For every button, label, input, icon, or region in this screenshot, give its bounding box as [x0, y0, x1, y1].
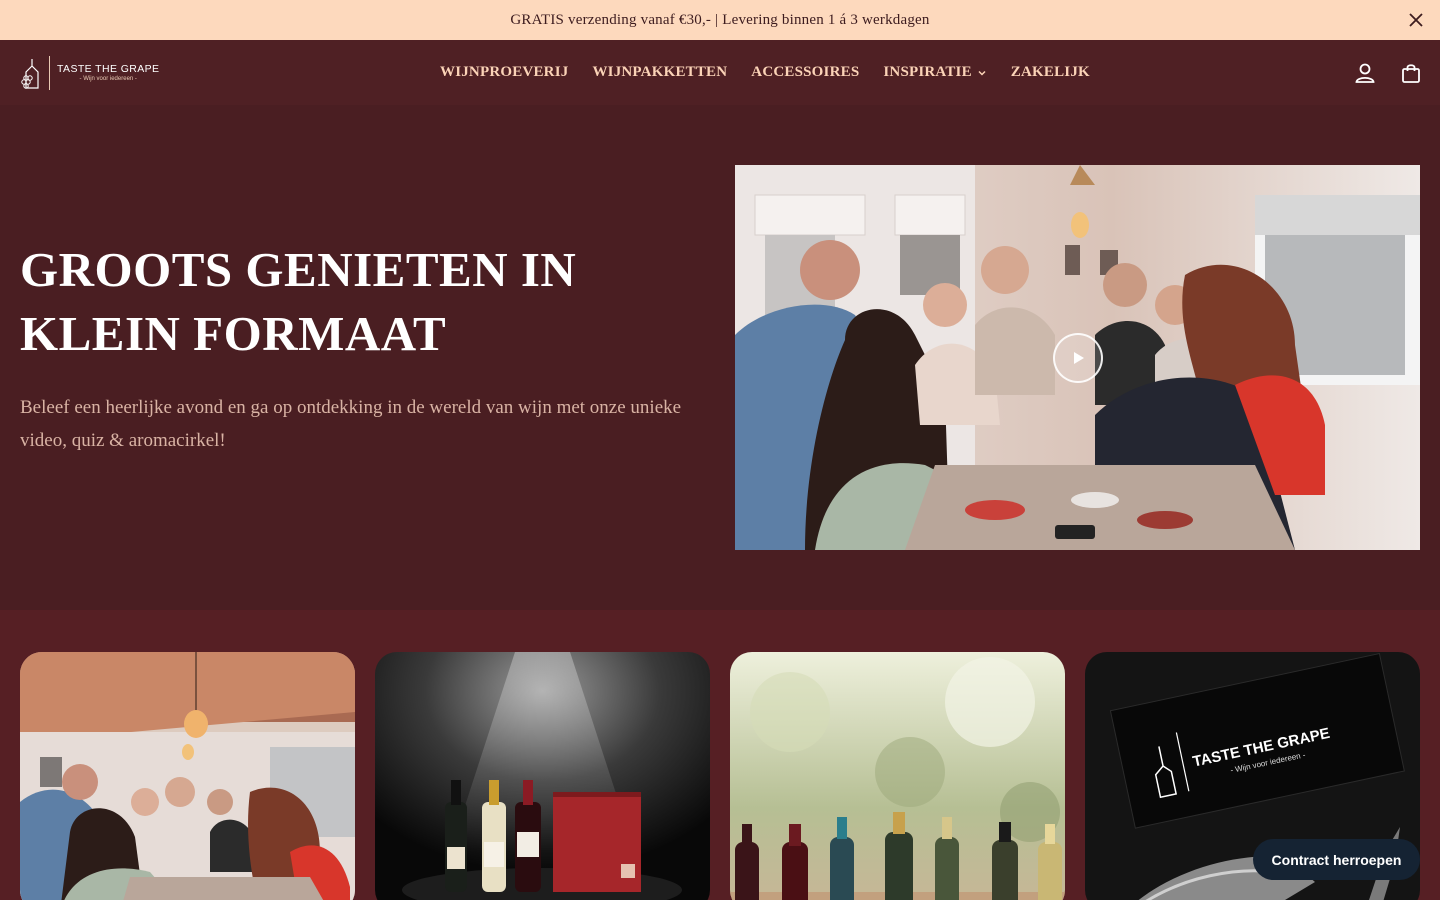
- collection-card-wijnproeverij[interactable]: [20, 652, 355, 900]
- nav-label: ZAKELIJK: [1010, 64, 1090, 80]
- logo-name: TASTE THE GRAPE: [57, 63, 160, 75]
- announcement-text: GRATIS verzending vanaf €30,- | Levering…: [510, 11, 930, 28]
- logo-text: TASTE THE GRAPE - Wijn voor iedereen -: [57, 63, 159, 82]
- logo-tagline: - Wijn voor iedereen -: [79, 76, 137, 82]
- wine-bottles-gift-box-photo: [375, 652, 710, 900]
- collection-card-wijnpakketten[interactable]: [375, 652, 710, 900]
- main-nav: WIJNPROEVERIJ WIJNPAKKETTEN ACCESSOIRES …: [428, 40, 1102, 105]
- announcement-bar: GRATIS verzending vanaf €30,- | Levering…: [0, 0, 1440, 40]
- nav-label: INSPIRATIE: [883, 64, 972, 80]
- nav-item-inspiratie[interactable]: INSPIRATIE: [871, 64, 998, 81]
- collection-card-wijnen[interactable]: [730, 652, 1065, 900]
- close-icon[interactable]: [1406, 10, 1426, 30]
- wine-tasting-party-photo: [20, 652, 355, 900]
- site-header: TASTE THE GRAPE - Wijn voor iedereen - W…: [0, 40, 1440, 105]
- hero-subtitle: Beleef een heerlijke avond en ga op ontd…: [20, 397, 682, 451]
- logo-divider: [49, 55, 50, 90]
- nav-label: WIJNPROEVERIJ: [440, 64, 569, 80]
- logo[interactable]: TASTE THE GRAPE - Wijn voor iedereen -: [20, 54, 159, 91]
- wine-grape-logo-icon: [21, 58, 39, 89]
- hero-video[interactable]: [735, 165, 1420, 550]
- play-icon[interactable]: [1053, 333, 1103, 383]
- nav-label: WIJNPAKKETTEN: [592, 64, 728, 80]
- contract-herroepen-button[interactable]: Contract herroepen: [1253, 839, 1420, 880]
- chevron-down-icon: [978, 70, 986, 76]
- header-icons: [1332, 60, 1424, 86]
- nav-item-wijnpakketten[interactable]: WIJNPAKKETTEN: [580, 64, 739, 81]
- cart-icon[interactable]: [1398, 60, 1424, 86]
- account-icon[interactable]: [1352, 60, 1378, 86]
- nav-item-wijnproeverij[interactable]: WIJNPROEVERIJ: [428, 64, 580, 81]
- wine-bottles-row-photo: [730, 652, 1065, 900]
- nav-item-accessoires[interactable]: ACCESSOIRES: [739, 64, 871, 81]
- nav-label: ACCESSOIRES: [751, 64, 860, 80]
- nav-item-zakelijk[interactable]: ZAKELIJK: [999, 64, 1102, 81]
- hero-title: GROOTS GENIETEN IN KLEIN FORMAAT: [20, 242, 577, 361]
